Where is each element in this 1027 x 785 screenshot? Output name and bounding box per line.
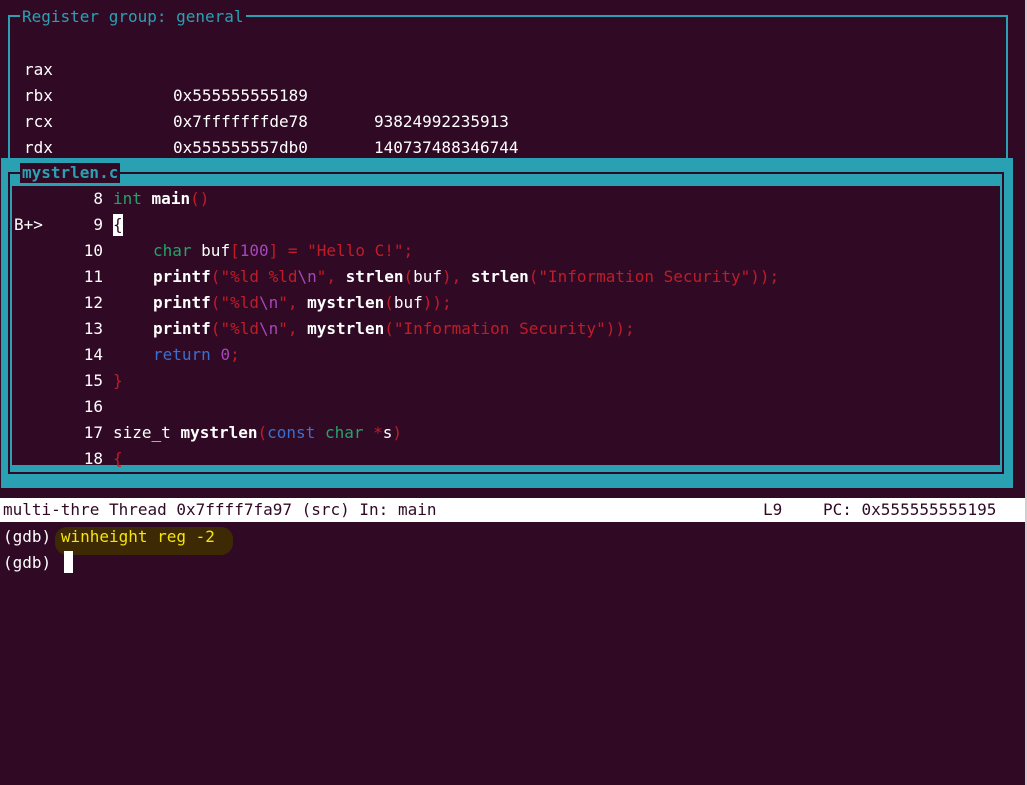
escape-sequence: \n [297, 267, 317, 286]
line-number: 11 [83, 267, 103, 286]
code-line-18: { [113, 446, 123, 472]
register-row-rdx: rdx 0x7fffffffde88 140737488346760 [24, 109, 519, 209]
function-name: strlen [470, 267, 529, 286]
function-name: printf [153, 267, 211, 286]
register-decimal-value: 93824992235913 [374, 112, 509, 131]
tui-status-bar: multi-thre Thread 0x7ffff7fa97 (src) In:… [0, 498, 1027, 522]
punctuation: , [287, 293, 308, 312]
register-window-title: Register group: general [20, 7, 246, 27]
command-input-line[interactable]: (gdb) [3, 550, 51, 576]
code-line-8: int main() [113, 186, 209, 212]
punctuation: , [287, 319, 308, 338]
source-cursor: { [113, 214, 123, 236]
code-line-14: return 0; [153, 342, 240, 368]
function-name: strlen [345, 267, 404, 286]
number-literal: 0 [220, 345, 231, 364]
punctuation: () [190, 189, 210, 208]
type-keyword: char [153, 241, 192, 260]
punctuation: ), [442, 267, 471, 286]
code-line-15: } [113, 368, 123, 394]
number-literal: 100 [239, 241, 269, 260]
line-number: 10 [83, 241, 103, 260]
gdb-prompt: (gdb) [3, 553, 52, 572]
register-hex-value: 0x555555555189 [173, 86, 308, 105]
punctuation: ; [230, 345, 240, 364]
line-number: 18 [83, 449, 103, 468]
breakpoint-marker: B+> [14, 215, 43, 234]
register-window: rax 0x555555555189 93824992235913 rbx 0x… [8, 15, 1008, 235]
type-keyword: char [324, 423, 364, 442]
punctuation: )); [605, 319, 635, 338]
string-literal: " [278, 293, 288, 312]
register-hex-value: 0x7fffffffde78 [173, 112, 308, 131]
string-literal: "Information Security" [393, 319, 606, 338]
line-number: 13 [83, 319, 103, 338]
code-line-10: char buf[100] = "Hello C!"; [153, 238, 413, 264]
identifier: s [382, 423, 393, 442]
type-name: size_t [113, 423, 171, 442]
register-row-rcx: rcx 0x555555557db0 93824992247216 [24, 83, 509, 183]
string-literal: "%ld %ld [220, 267, 298, 286]
function-name: printf [153, 319, 211, 338]
line-number: 14 [83, 345, 103, 364]
status-target: multi-thre Thread 0x7ffff7fa97 (src) In:… [3, 500, 437, 519]
punctuation: ) [392, 423, 403, 442]
code-line-11: printf("%ld %ld\n", strlen(buf), strlen(… [153, 264, 779, 290]
punctuation: ( [257, 423, 268, 442]
line-number: 8 [93, 189, 103, 208]
punctuation: ( [384, 293, 394, 312]
identifier: buf [413, 267, 443, 286]
string-literal: "Hello C!" [307, 241, 404, 260]
code-line-12: printf("%ld\n", mystrlen(buf)); [153, 290, 452, 316]
punctuation: ] = [268, 241, 308, 260]
punctuation: )); [750, 267, 780, 286]
punctuation: , [326, 267, 346, 286]
escape-sequence: \n [258, 319, 279, 338]
punctuation: ( [210, 267, 221, 286]
function-name: main [151, 189, 191, 208]
punctuation: ( [528, 267, 539, 286]
punctuation: ; [403, 241, 414, 260]
string-literal: "Information Security" [538, 267, 751, 286]
punctuation: ( [210, 319, 221, 338]
punctuation: ( [403, 267, 414, 286]
function-name: printf [153, 293, 211, 312]
line-number: 9 [93, 215, 103, 234]
punctuation: ( [210, 293, 221, 312]
punctuation: } [113, 371, 123, 390]
line-number: 12 [83, 293, 103, 312]
line-number: 15 [83, 371, 103, 390]
function-name: mystrlen [307, 293, 385, 312]
identifier: buf [201, 241, 231, 260]
punctuation: { [113, 449, 123, 468]
command-history-line: (gdb) winheight reg -2 [3, 524, 215, 550]
status-line: L9 [763, 500, 783, 519]
code-line-17: size_t mystrlen(const char *s) [113, 420, 402, 446]
return-keyword: return [153, 345, 211, 364]
punctuation: )); [422, 293, 452, 312]
punctuation: * [373, 423, 383, 442]
terminal-cursor[interactable] [64, 551, 73, 573]
history-command: winheight reg -2 [60, 527, 215, 546]
line-number: 17 [83, 423, 103, 442]
function-name: mystrlen [180, 423, 258, 442]
escape-sequence: \n [258, 293, 279, 312]
string-literal: "%ld [220, 319, 259, 338]
string-literal: " [278, 319, 288, 338]
identifier: buf [393, 293, 423, 312]
string-literal: " [316, 267, 327, 286]
line-number: 16 [83, 397, 103, 416]
code-line-13: printf("%ld\n", mystrlen("Information Se… [153, 316, 635, 342]
register-row-rbx: rbx 0x7fffffffde78 140737488346744 [24, 57, 519, 157]
gdb-prompt: (gdb) [3, 527, 52, 546]
const-keyword: const [267, 423, 316, 442]
string-literal: "%ld [220, 293, 259, 312]
type-keyword: int [113, 189, 142, 208]
function-name: mystrlen [307, 319, 385, 338]
punctuation: ( [384, 319, 394, 338]
punctuation: [ [230, 241, 240, 260]
status-pc: PC: 0x555555555195 [823, 500, 997, 519]
source-window-title: mystrlen.c [20, 163, 121, 183]
register-row-rax: rax 0x555555555189 93824992235913 [24, 31, 509, 131]
